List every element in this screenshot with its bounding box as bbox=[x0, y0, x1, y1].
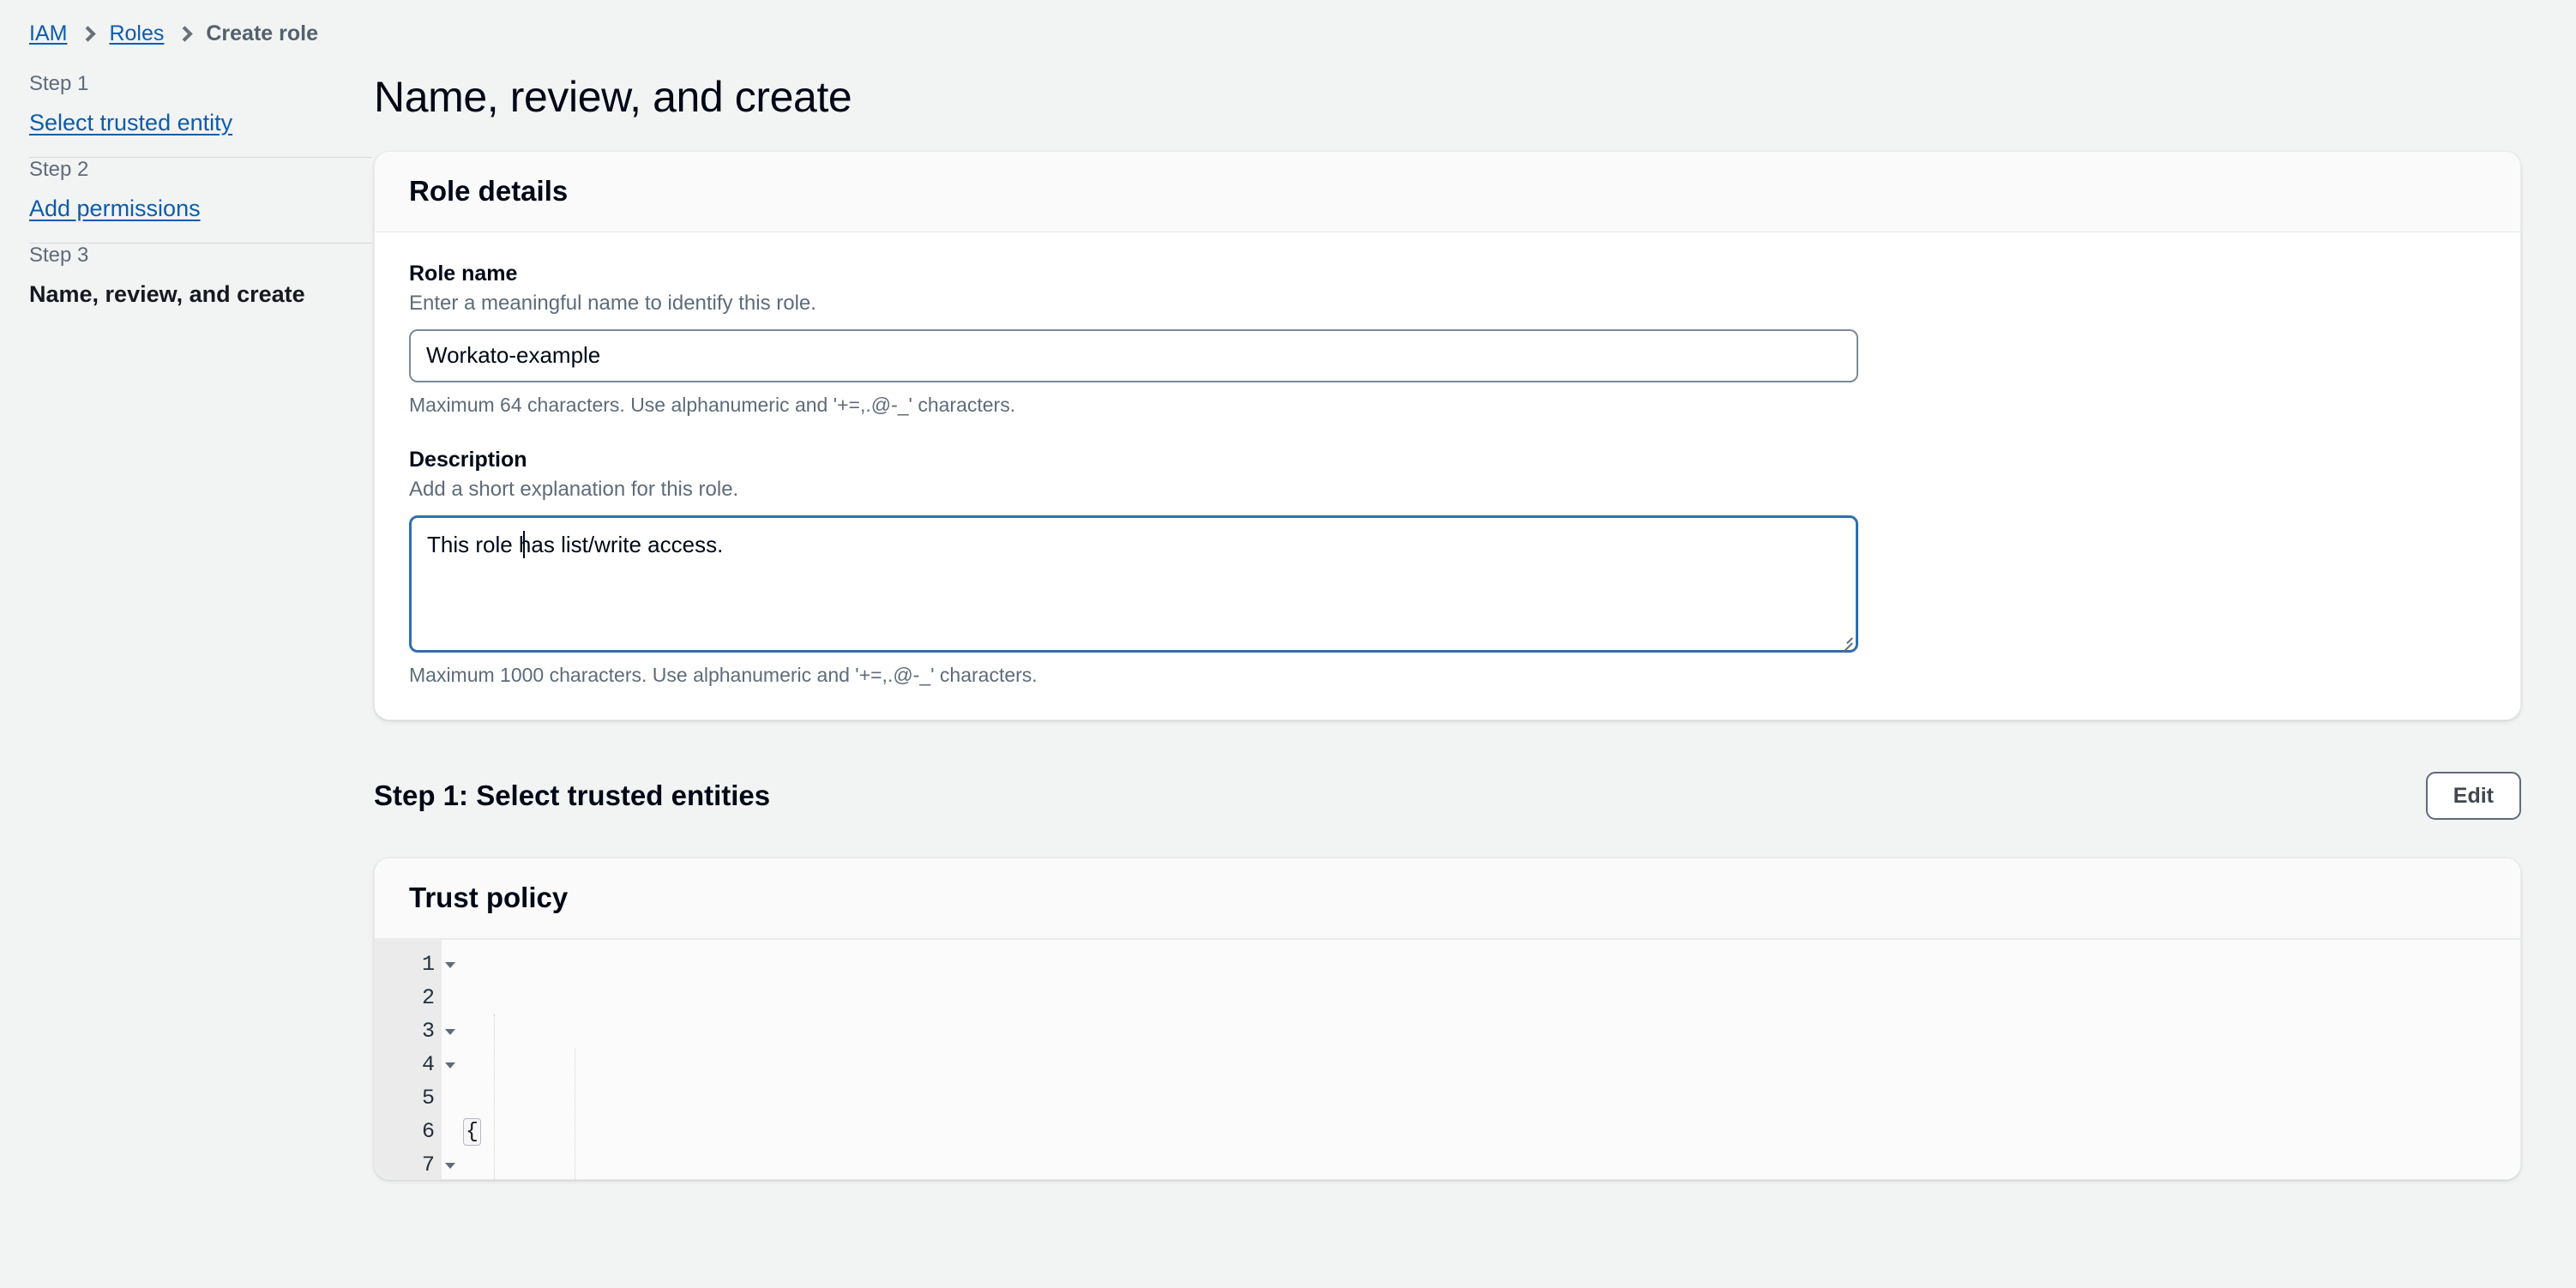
json-open-brace: { bbox=[463, 1117, 482, 1146]
sidebar-step-1-kicker: Step 1 bbox=[29, 72, 89, 95]
breadcrumb-item-iam[interactable]: IAM bbox=[29, 21, 67, 46]
code-line-number: 7 bbox=[375, 1148, 455, 1179]
sidebar-step-1-link[interactable]: Select trusted entity bbox=[29, 110, 232, 136]
code-line-number: 6 bbox=[421, 1118, 435, 1144]
code-line-number: 1 bbox=[375, 948, 455, 981]
trust-policy-card: Trust policy 1 2 3 4 5 6 7 8 9 10 bbox=[374, 858, 2521, 1180]
role-name-description: Enter a meaningful name to identify this… bbox=[409, 291, 816, 315]
page-title: Name, review, and create bbox=[374, 73, 852, 121]
chevron-right-icon bbox=[177, 25, 194, 42]
role-details-card: Role details Role name Enter a meaningfu… bbox=[374, 151, 2521, 720]
step-one-section-header: Step 1: Select trusted entities Edit bbox=[374, 756, 2521, 836]
trust-policy-card-title: Trust policy bbox=[409, 882, 569, 914]
code-line-number: 2 bbox=[421, 984, 435, 1010]
role-name-field-group: Role name Enter a meaningful name to ide… bbox=[409, 262, 2486, 417]
breadcrumb-item-create-role: Create role bbox=[206, 21, 318, 45]
role-name-input[interactable] bbox=[409, 328, 1858, 382]
sidebar-step-2: Step 2 Add permissions bbox=[29, 158, 374, 243]
chevron-right-icon bbox=[80, 25, 97, 42]
code-line: { bbox=[463, 1115, 2520, 1148]
description-hint: Maximum 1000 characters. Use alphanumeri… bbox=[409, 663, 1038, 686]
indent-guide bbox=[494, 1014, 495, 1179]
sidebar-step-3-kicker: Step 3 bbox=[29, 244, 89, 267]
sidebar-step-1: Step 1 Select trusted entity bbox=[29, 72, 374, 157]
sidebar-step-3: Step 3 Name, review, and create bbox=[29, 244, 374, 328]
breadcrumb-item-roles[interactable]: Roles bbox=[109, 21, 164, 46]
code-line-number: 4 bbox=[375, 1048, 455, 1081]
code-gutter: 1 2 3 4 5 6 7 8 9 10 bbox=[375, 939, 455, 1179]
description-field-group: Description Add a short explanation for … bbox=[409, 448, 2486, 687]
description-label: Description bbox=[409, 447, 527, 472]
text-cursor bbox=[523, 530, 525, 558]
role-details-card-body: Role name Enter a meaningful name to ide… bbox=[375, 232, 2520, 719]
role-details-card-header: Role details bbox=[375, 152, 2520, 232]
trust-policy-code-editor[interactable]: 1 2 3 4 5 6 7 8 9 10 bbox=[375, 938, 2520, 1179]
step-one-heading: Step 1: Select trusted entities bbox=[374, 779, 771, 811]
role-name-hint: Maximum 64 characters. Use alphanumeric … bbox=[409, 393, 1016, 416]
code-line-number: 3 bbox=[375, 1014, 455, 1048]
edit-button[interactable]: Edit bbox=[2425, 771, 2521, 820]
description-description: Add a short explanation for this role. bbox=[409, 477, 739, 501]
sidebar-step-3-label: Name, review, and create bbox=[29, 281, 305, 307]
code-content[interactable]: { "Version": "2012-10-17", "Statement": … bbox=[442, 940, 2520, 1179]
role-name-label: Role name bbox=[409, 261, 518, 286]
breadcrumb: IAM Roles Create role bbox=[0, 0, 2576, 48]
main-content: Name, review, and create Role details Ro… bbox=[374, 48, 2576, 1180]
description-textarea-wrapper: This role has list/write access. bbox=[409, 515, 1858, 653]
sidebar-step-2-kicker: Step 2 bbox=[29, 158, 89, 181]
trust-policy-card-header: Trust policy bbox=[375, 858, 2520, 939]
role-details-card-title: Role details bbox=[409, 175, 569, 207]
description-textarea[interactable]: This role has list/write access. bbox=[409, 515, 1858, 653]
sidebar-step-2-link[interactable]: Add permissions bbox=[29, 196, 201, 222]
wizard-step-navigation: Step 1 Select trusted entity Step 2 Add … bbox=[0, 48, 374, 328]
code-line-number: 5 bbox=[421, 1085, 435, 1110]
